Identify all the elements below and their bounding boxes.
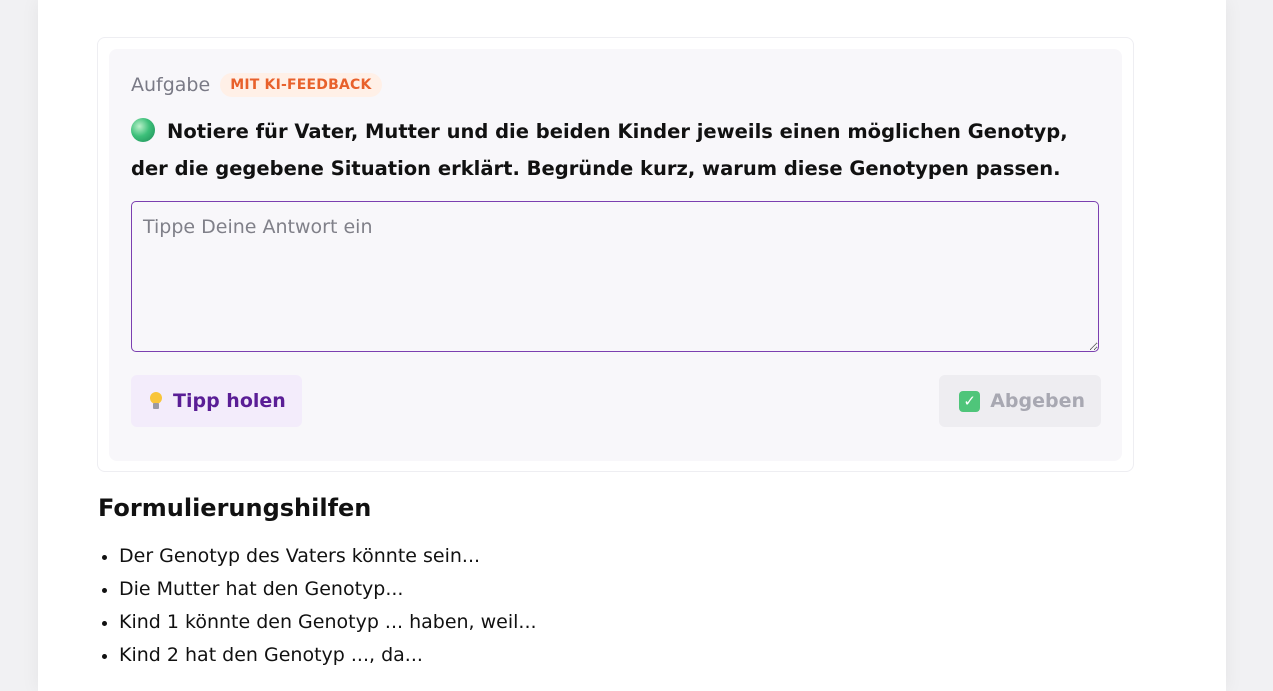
content-page: Aufgabe MIT KI-FEEDBACK Notiere für Vate… [38, 0, 1226, 691]
submit-button-label: Abgeben [990, 390, 1085, 412]
light-bulb-icon [149, 392, 163, 410]
helpers-list-item: Kind 1 könnte den Genotyp ... haben, wei… [102, 606, 537, 639]
task-question-text: Notiere für Vater, Mutter und die beiden… [131, 120, 1068, 180]
green-dot-icon [131, 118, 155, 142]
ai-feedback-badge: MIT KI-FEEDBACK [220, 73, 382, 97]
helpers-heading: Formulierungshilfen [98, 494, 372, 522]
task-card-body: Aufgabe MIT KI-FEEDBACK Notiere für Vate… [109, 49, 1122, 461]
hint-button-label: Tipp holen [173, 390, 286, 412]
helpers-list-item: Der Genotyp des Vaters könnte sein... [102, 540, 537, 573]
helpers-list-item: Kind 2 hat den Genotyp ..., da... [102, 639, 537, 672]
task-card: Aufgabe MIT KI-FEEDBACK Notiere für Vate… [97, 37, 1134, 472]
task-label: Aufgabe [131, 74, 211, 96]
task-question: Notiere für Vater, Mutter und die beiden… [131, 113, 1106, 187]
check-box-icon: ✓ [959, 390, 981, 412]
answer-input[interactable] [131, 201, 1099, 352]
task-header: Aufgabe MIT KI-FEEDBACK [131, 71, 382, 99]
hint-button[interactable]: Tipp holen [131, 375, 302, 427]
helpers-list-item: Die Mutter hat den Genotyp... [102, 573, 537, 606]
helpers-list: Der Genotyp des Vaters könnte sein... Di… [98, 540, 537, 672]
submit-button[interactable]: ✓ Abgeben [939, 375, 1101, 427]
